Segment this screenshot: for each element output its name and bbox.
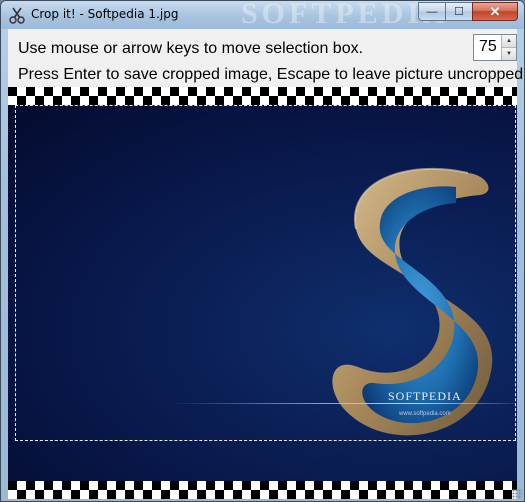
spin-up-button[interactable]: ▲ [501, 35, 516, 48]
maximize-button[interactable]: ☐ [445, 2, 472, 21]
spin-down-button[interactable]: ▼ [501, 48, 516, 60]
crop-window: SOFTPEDIA Crop it! - Softpedia 1.jpg — ☐… [0, 0, 525, 502]
window-title: Crop it! - Softpedia 1.jpg [31, 7, 179, 21]
selection-box[interactable] [15, 105, 516, 441]
maximize-icon: ☐ [454, 6, 464, 18]
minimize-icon: — [426, 5, 438, 18]
arrow-up-icon: ▲ [506, 38, 512, 44]
close-icon: ✕ [489, 3, 501, 19]
minimize-button[interactable]: — [418, 2, 445, 21]
instruction-save: Press Enter to save cropped image, Escap… [18, 66, 525, 83]
quality-spinner[interactable]: 75 ▲ ▼ [473, 34, 517, 61]
arrow-down-icon: ▼ [506, 51, 512, 57]
scissors-icon[interactable] [8, 6, 26, 24]
caption-buttons: — ☐ ✕ [418, 2, 518, 21]
close-button[interactable]: ✕ [472, 2, 518, 21]
resize-grip[interactable] [512, 489, 522, 499]
quality-value[interactable]: 75 [479, 38, 497, 56]
instruction-move: Use mouse or arrow keys to move selectio… [18, 40, 364, 57]
checker-border-top [8, 87, 517, 105]
checker-border-bottom [8, 481, 517, 499]
title-bar[interactable]: SOFTPEDIA Crop it! - Softpedia 1.jpg — ☐… [1, 1, 524, 30]
